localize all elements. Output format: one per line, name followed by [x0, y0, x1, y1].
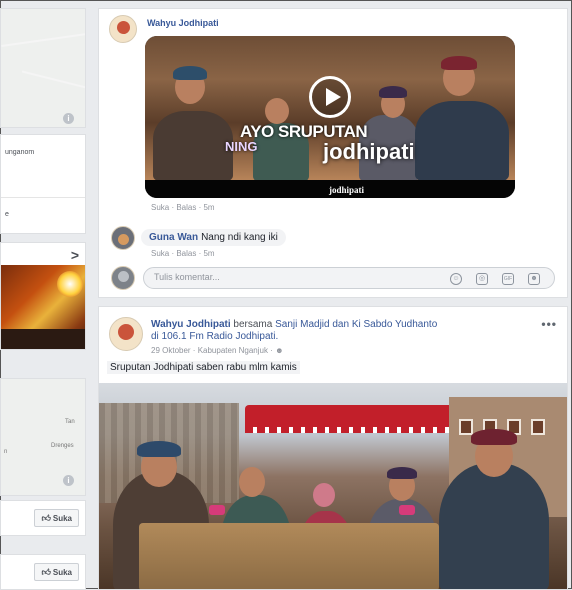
tagged-people-link[interactable]: Sanji Madjid dan Ki Sabdo Yudhanto	[275, 319, 437, 330]
post-photo[interactable]	[99, 383, 567, 589]
page-like-row: 👍︎ Suka	[0, 554, 86, 590]
map-thumbnail[interactable]: i	[0, 8, 86, 128]
chevron-right-icon[interactable]: >	[71, 247, 79, 263]
map-thumbnail-2[interactable]: Tan Drenges n i	[0, 378, 86, 496]
person-head	[265, 98, 289, 124]
gif-icon[interactable]: GIF	[502, 273, 514, 285]
play-icon[interactable]	[309, 76, 351, 118]
post-date-link[interactable]: 29 Oktober	[151, 346, 191, 355]
timestamp[interactable]: 5m	[203, 203, 214, 212]
like-label: Suka	[52, 568, 72, 577]
comment-text: Nang ndi kang iki	[201, 232, 278, 243]
comment-bubble: Guna Wan Nang ndi kang iki	[141, 229, 286, 246]
reply-link[interactable]: Balas	[176, 249, 196, 258]
blangkon-headwear	[441, 56, 477, 70]
location-text: unganom	[5, 149, 35, 156]
awning-fringe	[245, 427, 455, 433]
like-link[interactable]: Suka	[151, 203, 169, 212]
blangkon-headwear	[379, 86, 407, 98]
blangkon-headwear	[471, 429, 517, 445]
thumbs-up-icon: 👍︎	[41, 513, 51, 523]
post-author-link[interactable]: Wahyu Jodhipati	[151, 319, 231, 330]
map-label: Tan	[65, 419, 75, 425]
video-player[interactable]: AYO SRUPUTAN NING jodhipati jodhipati	[145, 36, 515, 198]
person-head	[239, 467, 265, 497]
radio-logo-image	[57, 271, 83, 297]
comment-thread-card: Wahyu Jodhipati AYO SRUPUTAN NING jodhip…	[98, 8, 568, 298]
friends-audience-icon[interactable]: ☻	[275, 346, 283, 355]
video-overlay-brand: jodhipati	[323, 139, 415, 164]
like-page-button[interactable]: 👍︎ Suka	[34, 509, 79, 527]
news-feed: Wahyu Jodhipati AYO SRUPUTAN NING jodhip…	[98, 8, 568, 590]
comment-input[interactable]	[154, 272, 434, 282]
page-like-row: 👍︎ Suka	[0, 500, 86, 536]
current-user-avatar[interactable]	[111, 266, 135, 290]
comment-actions: Suka · Balas · 5m	[151, 203, 215, 212]
author-avatar[interactable]	[109, 15, 137, 43]
feed-post-card: Wahyu Jodhipati bersama Sanji Madjid dan…	[98, 306, 568, 590]
comment-actions: Suka · Balas · 5m	[151, 249, 215, 258]
table-decoration	[399, 505, 415, 515]
map-road	[21, 70, 85, 90]
shop-window	[459, 419, 473, 435]
person-hijab	[313, 483, 335, 507]
photos-card[interactable]: >	[0, 242, 86, 350]
radio-studio-photo[interactable]	[1, 265, 85, 349]
info-icon[interactable]: i	[63, 113, 74, 124]
camera-icon[interactable]: ◎	[476, 273, 488, 285]
blangkon-headwear	[173, 66, 207, 80]
more-options-icon[interactable]: •••	[541, 317, 557, 331]
checkin-location-link[interactable]: di 106.1 Fm Radio Jodhipati.	[151, 331, 278, 342]
commenter-avatar[interactable]	[111, 226, 135, 250]
map-label: n	[4, 449, 8, 455]
post-header: Wahyu Jodhipati bersama Sanji Madjid dan…	[151, 319, 521, 343]
person-figure	[439, 463, 549, 589]
comment-input-box[interactable]: ☺ ◎ GIF ☻	[143, 267, 555, 289]
map-road	[1, 33, 85, 47]
blangkon-headwear	[387, 467, 417, 479]
studio-desk	[1, 329, 85, 349]
person-figure	[415, 101, 509, 181]
comment-author-link[interactable]: Wahyu Jodhipati	[147, 18, 219, 28]
timestamp[interactable]: 5m	[203, 249, 214, 258]
emoji-icon[interactable]: ☺	[450, 273, 462, 285]
sticker-icon[interactable]: ☻	[528, 273, 540, 285]
post-caption: Sruputan Jodhipati saben rabu mlm kamis	[107, 361, 300, 374]
table-decoration	[209, 505, 225, 515]
person-figure	[153, 111, 233, 181]
like-label: Suka	[52, 514, 72, 523]
with-text: bersama	[233, 319, 273, 330]
map-label: Drenges	[51, 443, 74, 449]
like-link[interactable]: Suka	[151, 249, 169, 258]
reply-link[interactable]: Balas	[176, 203, 196, 212]
video-overlay-subtitle: NING	[225, 139, 258, 154]
post-meta: 29 Oktober · Kabupaten Nganjuk · ☻	[151, 346, 284, 355]
location-text: e	[5, 211, 9, 218]
thumbs-up-icon: 👍︎	[41, 567, 51, 577]
location-card: unganom e	[0, 134, 86, 234]
commenter-name-link[interactable]: Guna Wan	[149, 232, 198, 243]
blangkon-headwear	[137, 441, 181, 457]
wooden-table	[139, 523, 439, 589]
video-footer-logo: jodhipati	[329, 185, 365, 195]
left-sidebar: i unganom e > Tan Drenges n i 👍︎ Suka 👍︎ S…	[0, 8, 90, 590]
post-place-link[interactable]: Kabupaten Nganjuk	[198, 346, 268, 355]
shop-window	[531, 419, 545, 435]
divider	[1, 197, 85, 198]
like-page-button[interactable]: 👍︎ Suka	[34, 563, 79, 581]
red-awning	[245, 405, 455, 429]
post-author-avatar[interactable]	[109, 317, 143, 351]
info-icon[interactable]: i	[63, 475, 74, 486]
map-road	[1, 379, 85, 383]
